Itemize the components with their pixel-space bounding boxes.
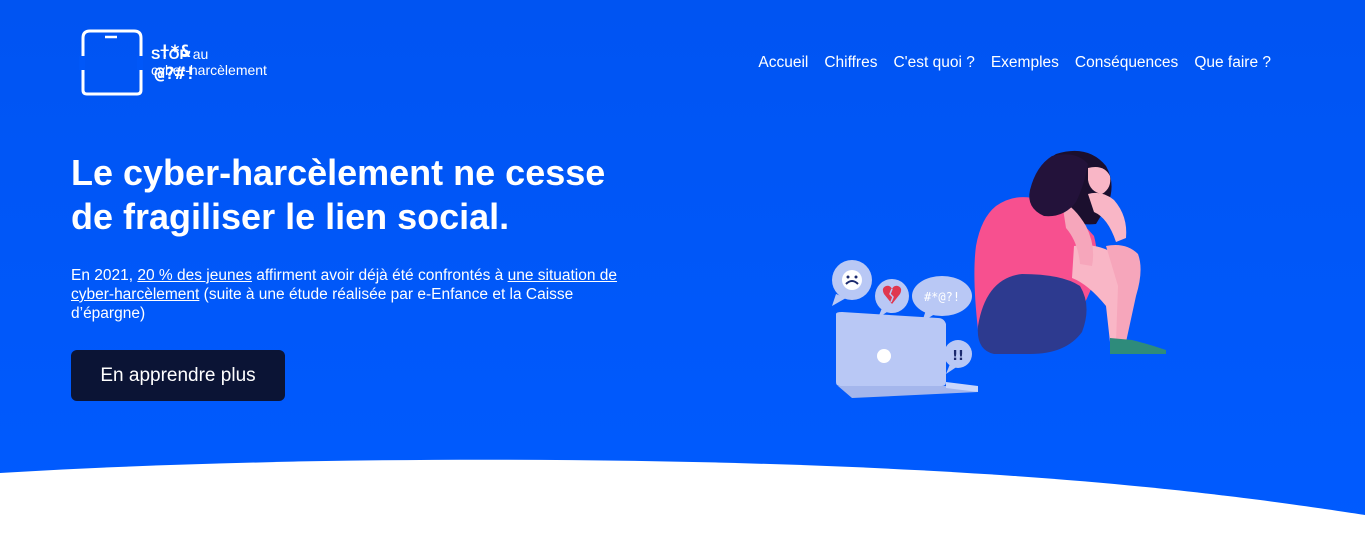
logo-symbols-line1: !*& — [159, 42, 191, 62]
nav-item-consequences[interactable]: Conséquences — [1075, 54, 1178, 72]
nav-item-cest-quoi[interactable]: C'est quoi ? — [893, 54, 974, 72]
hero-section: !*& @?#! STOP au cyber-harcèlement Accue… — [0, 0, 1365, 534]
nav-item-que-faire[interactable]: Que faire ? — [1194, 54, 1271, 72]
svg-text:#*@?!: #*@?! — [924, 290, 960, 304]
svg-text:!!: !! — [952, 349, 964, 364]
girl-figure — [974, 150, 1166, 354]
nav-item-chiffres[interactable]: Chiffres — [824, 54, 877, 72]
nav-item-accueil[interactable]: Accueil — [758, 54, 808, 72]
sad-face-bubble-icon — [832, 260, 872, 306]
nav-item-exemples[interactable]: Exemples — [991, 54, 1059, 72]
stat-link-20-percent[interactable]: 20 % des jeunes — [137, 267, 252, 284]
sad-girl-laptop-illustration: #*@?! !! — [832, 150, 1166, 398]
sub-text-1: En 2021, — [71, 267, 138, 284]
hero-headline: Le cyber-harcèlement ne cesse de fragili… — [71, 152, 606, 237]
hero-subtext: En 2021, 20 % des jeunes affirment avoir… — [71, 266, 631, 323]
main-nav: Accueil Chiffres C'est quoi ? Exemples C… — [758, 54, 1271, 72]
sub-text-2: affirment avoir déjà été confrontés à — [251, 267, 508, 284]
learn-more-button[interactable]: En apprendre plus — [71, 350, 285, 401]
broken-heart-bubble-icon — [875, 279, 909, 318]
phone-logo-icon: !*& @?#! — [79, 28, 195, 96]
logo-symbols-line2: @?#! — [154, 64, 196, 84]
swear-bubble-icon: #*@?! — [912, 276, 972, 322]
exclamation-bubble-icon: !! — [944, 340, 972, 374]
wave-divider — [0, 459, 1365, 534]
site-logo[interactable]: !*& @?#! STOP au cyber-harcèlement — [79, 28, 267, 96]
